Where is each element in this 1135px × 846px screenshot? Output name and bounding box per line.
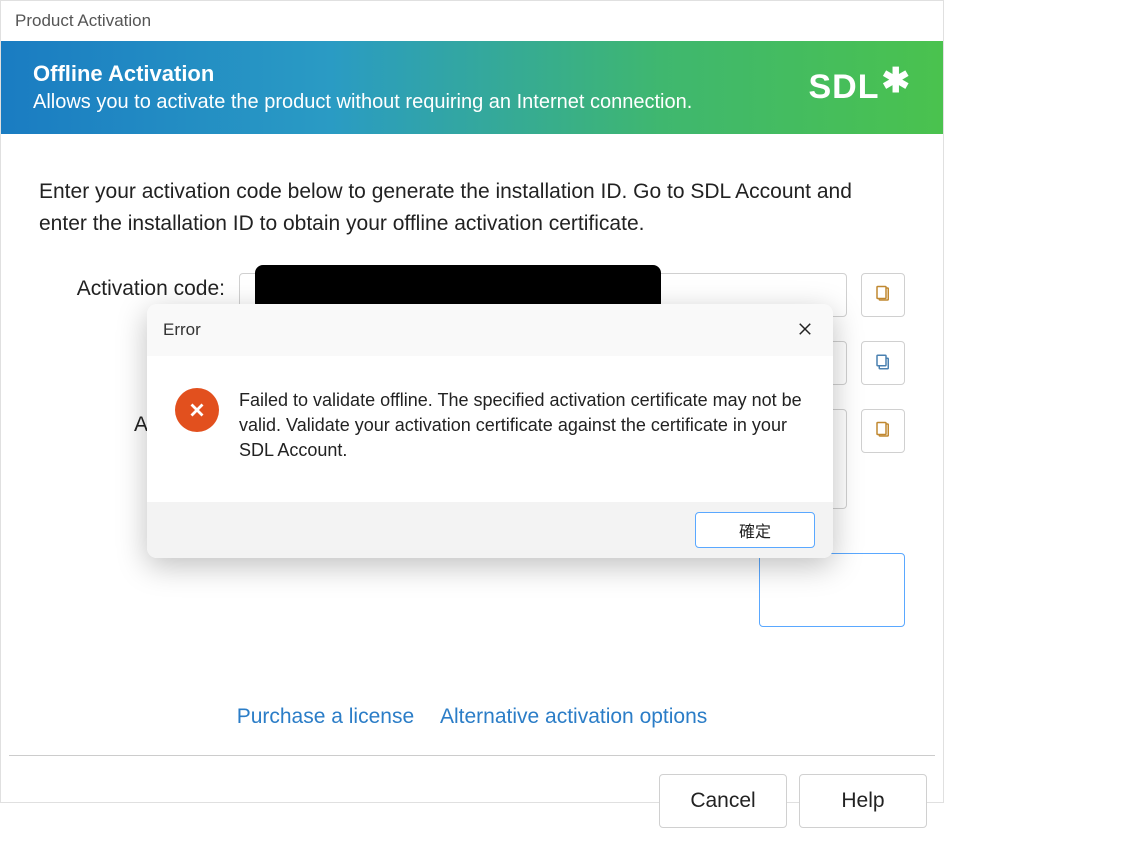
paste-icon	[874, 421, 892, 442]
banner: Offline Activation Allows you to activat…	[1, 41, 943, 134]
error-dialog-title: Error	[163, 320, 201, 340]
cancel-button[interactable]: Cancel	[659, 774, 787, 828]
close-icon	[796, 320, 814, 341]
brand-text: SDL	[809, 68, 880, 107]
copy-icon	[874, 353, 892, 374]
paste-activation-code-button[interactable]	[861, 273, 905, 317]
error-dialog-body: Failed to validate offline. The specifie…	[147, 356, 833, 502]
window-title: Product Activation	[1, 1, 943, 41]
banner-subtitle: Allows you to activate the product witho…	[33, 91, 809, 114]
error-icon	[175, 388, 219, 432]
bottom-links: Purchase a license Alternative activatio…	[1, 705, 943, 755]
error-ok-button[interactable]: 確定	[695, 512, 815, 548]
error-dialog: Error Failed to validate offline. The sp…	[147, 304, 833, 558]
purchase-license-link[interactable]: Purchase a license	[237, 705, 414, 728]
banner-text: Offline Activation Allows you to activat…	[33, 61, 809, 114]
paste-activation-certificate-button[interactable]	[861, 409, 905, 453]
error-dialog-footer: 確定	[147, 502, 833, 558]
error-dialog-header: Error	[147, 304, 833, 356]
brand-asterisk-icon: ✱	[882, 68, 912, 95]
copy-installation-id-button[interactable]	[861, 341, 905, 385]
help-button[interactable]: Help	[799, 774, 927, 828]
bottom-button-row: Cancel Help	[1, 756, 943, 846]
activate-button[interactable]	[759, 553, 905, 627]
instructions-text: Enter your activation code below to gene…	[39, 176, 905, 239]
error-dialog-close-button[interactable]	[789, 314, 821, 346]
banner-title: Offline Activation	[33, 61, 809, 87]
paste-icon	[874, 285, 892, 306]
brand-logo: SDL ✱	[809, 68, 912, 107]
alternative-activation-link[interactable]: Alternative activation options	[440, 705, 707, 728]
activation-code-label: Activation code:	[39, 273, 239, 301]
error-message: Failed to validate offline. The specifie…	[239, 388, 805, 464]
